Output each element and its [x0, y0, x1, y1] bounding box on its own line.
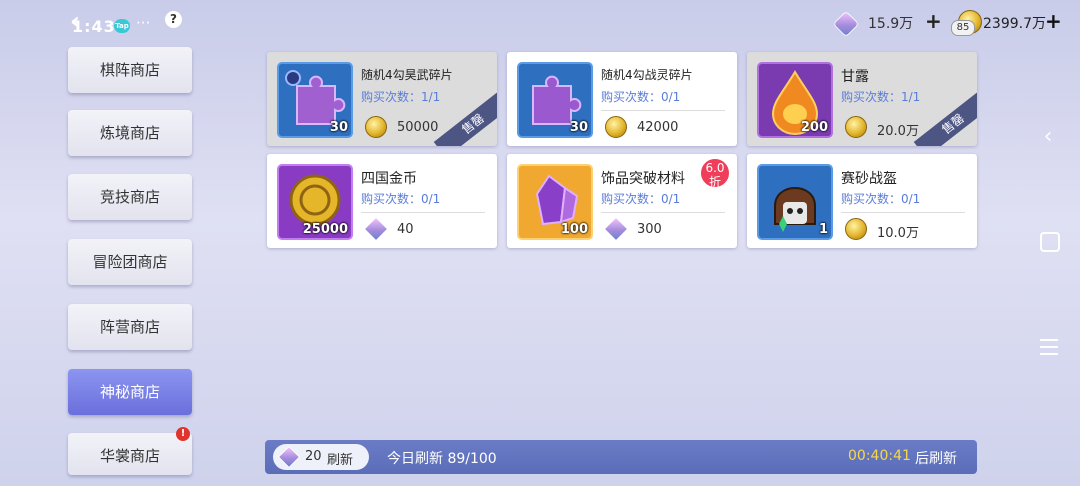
- item-name: 随机4勾战灵碎片: [601, 68, 693, 82]
- shop-item-card[interactable]: 25000 四国金币 购买次数：0/1 40: [267, 154, 497, 248]
- refresh-countdown-suffix: 后刷新: [915, 451, 957, 467]
- discount-badge: 6.0 折: [699, 157, 731, 189]
- sidebar-item-costume-shop[interactable]: 华裳商店 !: [68, 427, 192, 475]
- item-quantity: 1: [818, 222, 828, 237]
- purchase-limit: 购买次数：1/1: [841, 90, 921, 104]
- purchase-limit: 购买次数：1/1: [361, 90, 441, 104]
- item-image: 200: [757, 62, 833, 138]
- divider: [841, 212, 965, 213]
- coin-icon: [845, 218, 867, 240]
- purchase-limit: 购买次数：0/1: [841, 192, 921, 206]
- gold-amount: 2399.7万: [983, 16, 1046, 32]
- level-badge: 85: [951, 20, 975, 36]
- refresh-countdown: 00:40:41: [848, 448, 911, 464]
- tap-badge-icon: Tap: [114, 19, 130, 33]
- item-price: 40: [397, 222, 414, 237]
- coin-icon: [605, 116, 627, 138]
- sidebar-item-chess-shop[interactable]: 棋阵商店: [68, 47, 192, 93]
- item-quantity: 25000: [302, 222, 348, 237]
- notice-icon: !: [176, 427, 190, 441]
- item-quantity: 200: [800, 120, 828, 135]
- item-name: 甘露: [841, 69, 869, 85]
- refresh-cost: 20: [305, 449, 322, 464]
- item-quantity: 100: [560, 222, 588, 237]
- divider: [841, 110, 965, 111]
- divider: [601, 212, 725, 213]
- item-image: 100: [517, 164, 593, 240]
- sidebar-item-label: 华裳商店: [99, 447, 160, 465]
- sidebar-item-mystery-shop[interactable]: 神秘商店: [68, 369, 192, 415]
- discount-value: 6.0: [705, 161, 725, 175]
- divider: [361, 110, 485, 111]
- diamond-icon: [277, 445, 301, 469]
- sidebar-item-refine-shop[interactable]: 炼境商店: [68, 110, 192, 156]
- shop-item-card[interactable]: 30 随机4勾昊武碎片 购买次数：1/1 50000 售罄: [267, 52, 497, 146]
- item-price: 20.0万: [877, 124, 919, 139]
- item-image: 30: [277, 62, 353, 138]
- item-name: 随机4勾昊武碎片: [361, 68, 453, 82]
- item-image: 1: [757, 164, 833, 240]
- shop-item-card[interactable]: 1 赛砂战盔 购买次数：0/1 10.0万: [747, 154, 977, 248]
- refresh-label: 刷新: [327, 453, 354, 468]
- sold-out-ribbon: 售罄: [433, 90, 497, 146]
- sidebar-item-adventure-shop[interactable]: 冒险团商店: [68, 239, 192, 285]
- help-button[interactable]: ?: [165, 11, 182, 28]
- item-name: 四国金币: [361, 171, 417, 187]
- shop-item-card[interactable]: 30 随机4勾战灵碎片 购买次数：0/1 42000: [507, 52, 737, 146]
- status-time: 1:43: [72, 17, 116, 36]
- diamond-icon: [832, 10, 860, 38]
- nav-home-icon[interactable]: [1040, 232, 1060, 252]
- item-quantity: 30: [329, 120, 348, 135]
- sidebar-item-faction-shop[interactable]: 阵营商店: [68, 304, 192, 350]
- refresh-button[interactable]: 20 刷新: [273, 444, 369, 470]
- nav-back-icon[interactable]: ‹: [1036, 124, 1060, 149]
- sold-out-ribbon: 售罄: [913, 90, 977, 146]
- diamond-amount: 15.9万: [868, 16, 914, 32]
- today-refresh-count: 今日刷新 89/100: [387, 451, 497, 467]
- item-price: 50000: [397, 120, 439, 135]
- coin-icon: [845, 116, 867, 138]
- nav-menu-icon[interactable]: [1040, 334, 1058, 360]
- refresh-bar: 20 刷新 今日刷新 89/100 00:40:41 后刷新: [265, 440, 977, 474]
- item-price: 300: [637, 222, 662, 237]
- sidebar-item-arena-shop[interactable]: 竞技商店: [68, 174, 192, 220]
- item-image: 30: [517, 62, 593, 138]
- item-quantity: 30: [569, 120, 588, 135]
- diamond-icon: [603, 216, 629, 242]
- item-price: 10.0万: [877, 226, 919, 241]
- divider: [361, 212, 485, 213]
- divider: [601, 110, 725, 111]
- diamond-icon: [363, 216, 389, 242]
- shop-item-card[interactable]: 200 甘露 购买次数：1/1 20.0万 售罄: [747, 52, 977, 146]
- add-diamond-button[interactable]: +: [925, 9, 942, 33]
- item-image: 25000: [277, 164, 353, 240]
- purchase-limit: 购买次数：0/1: [601, 192, 681, 206]
- item-name: 赛砂战盔: [841, 171, 897, 187]
- item-name: 饰品突破材料: [601, 171, 685, 187]
- item-price: 42000: [637, 120, 679, 135]
- purchase-limit: 购买次数：0/1: [601, 90, 681, 104]
- coin-icon: [365, 116, 387, 138]
- more-dots-icon[interactable]: ···: [136, 14, 150, 32]
- purchase-limit: 购买次数：0/1: [361, 192, 441, 206]
- discount-unit: 折: [708, 175, 721, 189]
- add-gold-button[interactable]: +: [1045, 9, 1062, 33]
